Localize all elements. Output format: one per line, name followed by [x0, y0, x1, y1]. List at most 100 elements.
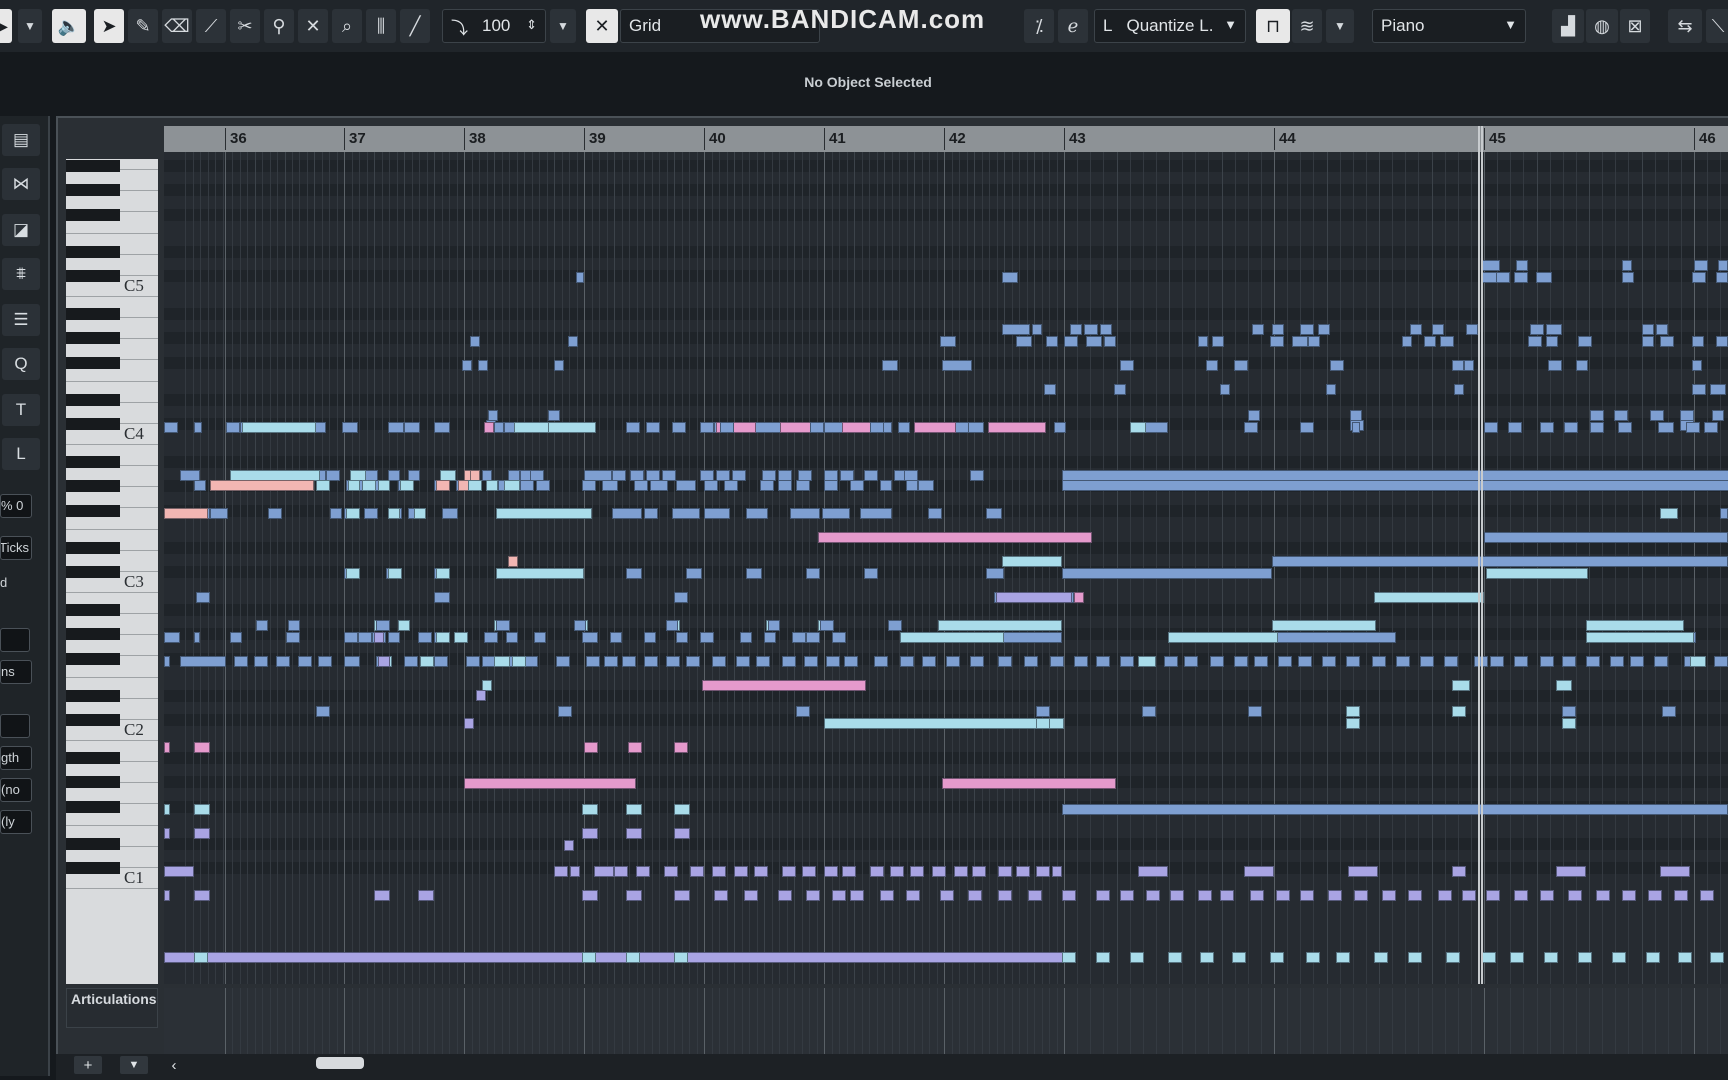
midi-note[interactable]: [554, 866, 568, 877]
midi-note[interactable]: [1002, 272, 1018, 283]
note-grid[interactable]: [164, 152, 1728, 984]
stack-dropdown-icon[interactable]: ▼: [1326, 9, 1354, 43]
midi-note[interactable]: [420, 656, 434, 667]
midi-note[interactable]: [998, 890, 1012, 901]
midi-note[interactable]: [844, 656, 858, 667]
midi-note[interactable]: [1024, 656, 1038, 667]
midi-note[interactable]: [946, 656, 960, 667]
midi-note[interactable]: [914, 422, 956, 433]
midi-note[interactable]: [1692, 360, 1702, 371]
lane-icon[interactable]: ▤: [2, 124, 40, 156]
midi-note[interactable]: [1002, 632, 1062, 643]
midi-note[interactable]: [676, 480, 696, 491]
midi-note[interactable]: [792, 632, 806, 643]
midi-note[interactable]: [806, 568, 820, 579]
midi-note[interactable]: [1586, 620, 1684, 631]
midi-note[interactable]: [1096, 890, 1110, 901]
window-icon[interactable]: ⊠: [1620, 9, 1650, 43]
midi-note[interactable]: [1716, 272, 1728, 283]
midi-note[interactable]: [1300, 422, 1314, 433]
piano-keyboard[interactable]: C5 C4 C3 C2 C1: [66, 159, 158, 984]
midi-note[interactable]: [1168, 952, 1182, 963]
midi-note[interactable]: [478, 360, 488, 371]
midi-note[interactable]: [276, 656, 290, 667]
midi-note[interactable]: [1586, 632, 1694, 643]
midi-note[interactable]: [1662, 706, 1676, 717]
midi-note[interactable]: [734, 866, 748, 877]
midi-note[interactable]: [436, 568, 450, 579]
midi-note[interactable]: [1432, 324, 1444, 335]
midi-note[interactable]: [842, 866, 856, 877]
inspector-button-1[interactable]: [0, 628, 30, 652]
midi-note[interactable]: [918, 480, 934, 491]
midi-note[interactable]: [1712, 410, 1724, 421]
midi-note[interactable]: [940, 890, 954, 901]
midi-note[interactable]: [988, 422, 1046, 433]
midi-note[interactable]: [194, 890, 210, 901]
midi-note[interactable]: [1462, 890, 1476, 901]
midi-note[interactable]: [1348, 866, 1378, 877]
midi-note[interactable]: [1720, 508, 1728, 519]
midi-note[interactable]: [686, 656, 700, 667]
midi-note[interactable]: [1138, 866, 1168, 877]
midi-note[interactable]: [888, 620, 902, 631]
midi-note[interactable]: [746, 508, 768, 519]
midi-note[interactable]: [806, 890, 820, 901]
midi-note[interactable]: [1514, 656, 1528, 667]
inspector-button-3[interactable]: [0, 714, 30, 738]
midi-note[interactable]: [404, 422, 420, 433]
midi-note[interactable]: [1044, 384, 1056, 395]
play-icon[interactable]: ▶: [0, 9, 12, 43]
midi-note[interactable]: [1642, 336, 1654, 347]
midi-note[interactable]: [1354, 890, 1368, 901]
midi-note[interactable]: [1482, 260, 1500, 271]
midi-note[interactable]: [574, 620, 586, 631]
midi-note[interactable]: [644, 656, 658, 667]
midi-note[interactable]: [672, 422, 686, 433]
midi-note[interactable]: [1374, 952, 1388, 963]
midi-note[interactable]: [210, 508, 228, 519]
midi-note[interactable]: [1714, 656, 1728, 667]
velocity-dropdown-icon[interactable]: ▼: [550, 9, 576, 43]
midi-note[interactable]: [1028, 890, 1042, 901]
inspector-button-5[interactable]: no): [0, 778, 32, 802]
midi-note[interactable]: [1168, 632, 1278, 643]
color-icon[interactable]: ◍: [1586, 9, 1618, 43]
midi-note[interactable]: [820, 620, 834, 631]
midi-note[interactable]: [1002, 324, 1030, 335]
length-icon[interactable]: ⩨: [2, 258, 40, 290]
inspector-button-6[interactable]: ly): [0, 810, 32, 834]
midi-note[interactable]: [1658, 422, 1674, 433]
midi-note[interactable]: [194, 632, 200, 643]
comp-icon[interactable]: ⫼: [366, 9, 396, 43]
mute-x-icon[interactable]: ✕: [298, 9, 328, 43]
black-key[interactable]: [66, 800, 120, 813]
midi-note[interactable]: [1596, 890, 1610, 901]
midi-note[interactable]: [628, 742, 642, 753]
midi-note[interactable]: [464, 718, 474, 729]
midi-note[interactable]: [998, 656, 1012, 667]
midi-note[interactable]: [388, 632, 400, 643]
midi-note[interactable]: [714, 890, 728, 901]
midi-note[interactable]: [704, 480, 718, 491]
midi-note[interactable]: [1590, 422, 1604, 433]
midi-note[interactable]: [1104, 336, 1116, 347]
midi-note[interactable]: [650, 480, 668, 491]
midi-note[interactable]: [626, 890, 642, 901]
midi-note[interactable]: [1710, 384, 1726, 395]
velocity-field[interactable]: ⤵ 100 ⇕: [442, 9, 546, 43]
midi-note[interactable]: [164, 866, 194, 877]
black-key[interactable]: [66, 418, 120, 431]
midi-note[interactable]: [1486, 568, 1588, 579]
midi-note[interactable]: [700, 632, 714, 643]
midi-note[interactable]: [832, 890, 846, 901]
midi-note[interactable]: [864, 470, 878, 481]
midi-note[interactable]: [744, 890, 758, 901]
midi-note[interactable]: [582, 804, 598, 815]
midi-note[interactable]: [494, 656, 510, 667]
midi-note[interactable]: [1244, 422, 1258, 433]
midi-note[interactable]: [674, 890, 690, 901]
midi-note[interactable]: [210, 480, 314, 491]
midi-note[interactable]: [1210, 656, 1224, 667]
midi-note[interactable]: [226, 422, 240, 433]
